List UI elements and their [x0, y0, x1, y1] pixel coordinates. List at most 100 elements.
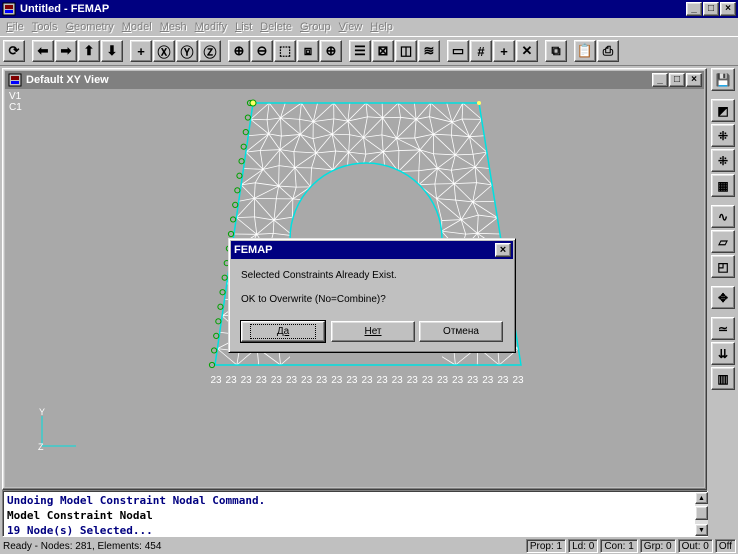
arrow-right-icon[interactable]: ➡	[55, 40, 77, 62]
grid-icon[interactable]: #	[470, 40, 492, 62]
mesh-icon[interactable]: ▦	[711, 174, 735, 197]
view-minimize-button[interactable]: _	[652, 73, 668, 87]
copy-icon[interactable]: ⧉	[545, 40, 567, 62]
autoscale-icon[interactable]: ⧈	[297, 40, 319, 62]
menu-mesh[interactable]: Mesh	[156, 21, 191, 33]
constraint-marker	[213, 332, 220, 339]
constraint-id-label: 23	[316, 375, 328, 386]
constraint-id-label: 23	[256, 375, 268, 386]
zoom-in-icon[interactable]: ⊕	[228, 40, 250, 62]
arrow-left-icon[interactable]: ⬅	[32, 40, 54, 62]
layers-icon[interactable]: ≋	[418, 40, 440, 62]
save-icon[interactable]: 💾	[711, 68, 735, 91]
message-scrollbar[interactable]: ▲ ▼	[695, 492, 708, 536]
dialog-close-button[interactable]: ×	[495, 243, 511, 257]
status-load: Ld: 0	[568, 539, 599, 553]
elements-icon[interactable]: ⁜	[711, 149, 735, 172]
rotate-y-icon[interactable]: Ⓨ	[176, 40, 198, 62]
surface-icon[interactable]: ◩	[711, 99, 735, 122]
close-button[interactable]: ×	[720, 2, 736, 16]
menu-list[interactable]: List	[231, 21, 256, 33]
rotate-view-icon[interactable]: ⟳	[3, 40, 25, 62]
dialog-title: FEMAP	[234, 244, 273, 256]
yes-button-label: Да	[276, 326, 290, 337]
main-toolbar: ⟳ ⬅ ➡ ⬆ ⬇ + Ⓧ Ⓨ Ⓩ ⊕ ⊖ ⬚ ⧈ ⊕ ☰ ⊠ ◫ ≋ ▭ # + ✕ ⧉ 📋 ⎙	[0, 36, 738, 66]
arrow-up-icon[interactable]: ⬆	[78, 40, 100, 62]
menu-view[interactable]: View	[335, 21, 367, 33]
constraint-marker	[227, 230, 235, 238]
pan-icon[interactable]: ⊕	[320, 40, 342, 62]
yes-button[interactable]: Да	[240, 320, 326, 343]
menu-file[interactable]: File	[2, 21, 28, 33]
message-area[interactable]: Undoing Model Constraint Nodal Command. …	[2, 490, 708, 537]
constraint-id-label: 23	[301, 375, 313, 386]
dialog-message-line2: OK to Overwrite (No=Combine)?	[241, 294, 386, 305]
menu-modify[interactable]: Modify	[191, 21, 231, 33]
view-maximize-button[interactable]: □	[669, 73, 685, 87]
constraint-id-label: 23	[271, 375, 283, 386]
box-icon[interactable]: ◫	[395, 40, 417, 62]
z-axis-label: Z	[38, 442, 44, 452]
constraint-marker	[236, 172, 243, 179]
constraint-id-label: 23	[346, 375, 358, 386]
femap-app-icon[interactable]	[2, 2, 16, 16]
message-line-1: Undoing Model Constraint Nodal Command.	[7, 494, 266, 507]
select-icon[interactable]: ⊠	[372, 40, 394, 62]
print-icon[interactable]: ⎙	[597, 40, 619, 62]
dialog-message-line1: Selected Constraints Already Exist.	[241, 270, 397, 281]
menu-model[interactable]: Model	[118, 21, 156, 33]
confirm-dialog: FEMAP × Selected Constraints Already Exi…	[228, 238, 516, 353]
view-window-icon[interactable]	[8, 73, 22, 87]
rotate-z-icon[interactable]: Ⓩ	[199, 40, 221, 62]
constraint-id-label: 23	[226, 375, 238, 386]
constraint-marker	[242, 129, 249, 136]
constraint-id-label: 23	[452, 375, 464, 386]
constraint-id-label: 23	[210, 375, 222, 386]
cancel-button[interactable]: Отмена	[419, 321, 503, 342]
center-icon[interactable]: +	[130, 40, 152, 62]
element-edge	[397, 150, 400, 172]
force-icon[interactable]: ⇊	[711, 342, 735, 365]
plane-icon[interactable]: ▱	[711, 230, 735, 253]
list-icon[interactable]: ☰	[349, 40, 371, 62]
constraint-marker	[230, 216, 237, 223]
zoom-box-icon[interactable]: ⬚	[274, 40, 296, 62]
scroll-down-arrow-icon[interactable]: ▼	[695, 524, 708, 536]
minimize-button[interactable]: _	[686, 2, 702, 16]
cross-icon[interactable]: ✕	[516, 40, 538, 62]
no-button-label: Нет	[364, 326, 382, 337]
scroll-thumb[interactable]	[695, 506, 708, 520]
contour-icon[interactable]: ▥	[711, 367, 735, 390]
menu-geometry[interactable]: Geometry	[61, 21, 117, 33]
cancel-button-label: Отмена	[443, 326, 479, 337]
plus-icon[interactable]: +	[493, 40, 515, 62]
paste-icon[interactable]: 📋	[574, 40, 596, 62]
window-icon[interactable]: ▭	[447, 40, 469, 62]
zoom-out-icon[interactable]: ⊖	[251, 40, 273, 62]
scroll-up-arrow-icon[interactable]: ▲	[695, 492, 708, 504]
view-title-bar: Default XY View _ □ ×	[5, 71, 704, 89]
curve-icon[interactable]: ∿	[711, 205, 735, 228]
rotate-x-icon[interactable]: Ⓧ	[153, 40, 175, 62]
constraint-id-label: 23	[331, 375, 343, 386]
status-prop: Prop: 1	[525, 539, 567, 553]
menu-help[interactable]: Help	[366, 21, 397, 33]
corner-node	[249, 99, 257, 107]
no-button[interactable]: Нет	[331, 321, 415, 342]
maximize-button[interactable]: □	[703, 2, 719, 16]
view-close-button[interactable]: ×	[686, 73, 702, 87]
menu-tools[interactable]: Tools	[28, 21, 62, 33]
constraint-marker	[217, 303, 224, 310]
solid-icon[interactable]: ◰	[711, 255, 735, 278]
app-title: Untitled - FEMAP	[20, 3, 110, 15]
arrow-down-icon[interactable]: ⬇	[101, 40, 123, 62]
message-line-3: 19 Node(s) Selected...	[7, 524, 153, 537]
nodes-icon[interactable]: ⁜	[711, 124, 735, 147]
load-icon[interactable]: ≃	[711, 317, 735, 340]
dialog-title-bar: FEMAP ×	[231, 241, 513, 259]
constraint-icon[interactable]: ✥	[711, 286, 735, 309]
menu-delete[interactable]: Delete	[256, 21, 296, 33]
status-main: Ready - Nodes: 281, Elements: 454	[3, 540, 162, 552]
status-mode: Off	[714, 539, 736, 553]
menu-group[interactable]: Group	[296, 21, 335, 33]
